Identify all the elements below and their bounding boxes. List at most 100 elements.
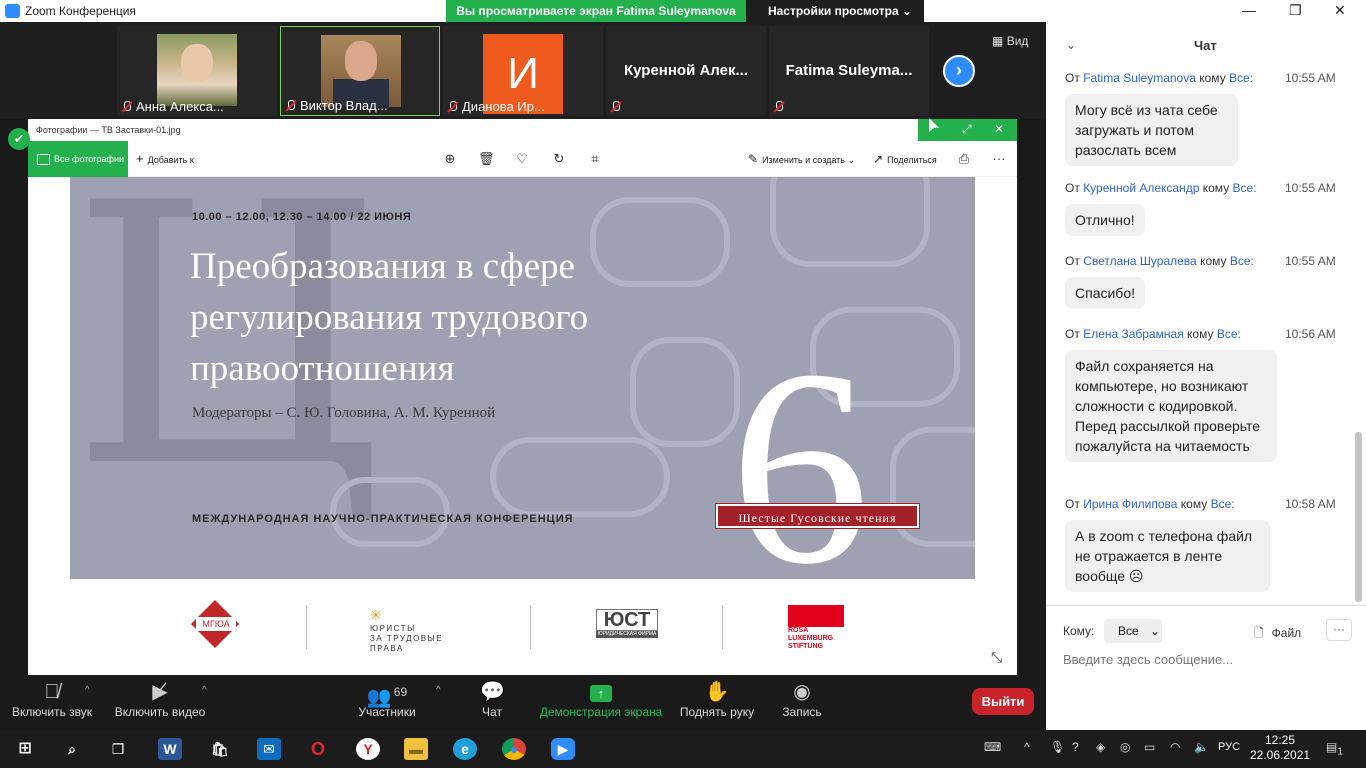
folder-icon[interactable]: ▬	[404, 738, 428, 760]
rotate-icon[interactable]: ↻	[551, 151, 567, 167]
chevron-up-icon[interactable]: ^	[1024, 740, 1030, 754]
security-shield-icon[interactable]: ✔	[8, 128, 30, 150]
divider	[722, 605, 723, 649]
wifi-icon[interactable]: ◠	[1170, 740, 1180, 754]
windows-start-icon[interactable]: ⊞	[13, 738, 37, 760]
chat-message-bubble: Отлично!	[1065, 204, 1145, 236]
next-page-button[interactable]: ›	[943, 55, 975, 87]
record-label: Запись	[782, 705, 822, 719]
chat-button[interactable]: 💬 Чат	[480, 675, 505, 730]
leave-button[interactable]: Выйти	[972, 688, 1034, 715]
mic-muted-icon	[447, 101, 458, 112]
search-icon[interactable]: ⌕	[60, 738, 84, 760]
view-options-button[interactable]: Настройки просмотра ⌄	[756, 0, 924, 22]
slide-conference: МЕЖДУНАРОДНАЯ НАУЧНО-ПРАКТИЧЕСКАЯ КОНФЕР…	[192, 513, 574, 525]
keyboard-icon[interactable]: ⌨	[984, 740, 1001, 754]
yandex-icon[interactable]: Y	[356, 738, 380, 760]
start-video-button[interactable]: ▶̸ Включить видео	[114, 675, 206, 730]
word-icon[interactable]: W	[158, 738, 182, 760]
volume-icon[interactable]: 🔈	[1194, 740, 1209, 754]
add-to-button[interactable]: + Добавить к	[136, 141, 194, 178]
chat-message-bubble: Спасибо!	[1065, 277, 1145, 309]
share-screen-icon: ↑	[539, 675, 663, 705]
record-button[interactable]: ◉ Запись	[781, 675, 823, 730]
share-banner: Вы просматриваете экран Fatima Suleymano…	[446, 0, 924, 22]
participant-mic	[773, 99, 788, 114]
video-off-icon: ▶̸	[152, 681, 168, 703]
unmute-button[interactable]: 🎙̸ Включить звук	[10, 675, 94, 730]
more-icon[interactable]: ···	[991, 151, 1007, 167]
store-icon[interactable]: 🛍	[208, 738, 232, 760]
all-photos-button[interactable]: Все фотографии	[28, 141, 128, 177]
divider	[530, 605, 531, 649]
shield-tray-icon[interactable]: ◈	[1096, 740, 1105, 754]
participant-tile[interactable]: Куренной Алек...	[606, 26, 766, 116]
participants-button[interactable]: 👥 69 Участники	[358, 675, 416, 730]
scrollbar-thumb[interactable]	[1355, 432, 1362, 602]
mail-icon[interactable]: ✉	[257, 738, 281, 760]
photos-toolbar: Все фотографии + Добавить к ⊕ 🗑 ♡ ↻ ⌗ ✎ Из…	[28, 141, 1017, 177]
zoom-in-icon[interactable]: ⊕	[442, 151, 458, 167]
mgua-logo: МГЮА	[190, 599, 240, 649]
file-button[interactable]: 🗋 Файл	[1254, 624, 1301, 645]
chevron-up-icon[interactable]: ^	[436, 685, 441, 696]
chevron-up-icon[interactable]: ^	[85, 685, 90, 696]
to-label: Кому:	[1063, 624, 1095, 638]
restore-icon[interactable]: ❐	[1289, 2, 1302, 19]
participant-tile[interactable]: Анна Алекса...	[117, 26, 277, 116]
chat-message-input[interactable]: Введите здесь сообщение...	[1063, 652, 1233, 667]
participant-tile[interactable]: И Дианова Ир...	[443, 26, 603, 116]
logo-text: ЮСТ	[596, 609, 658, 631]
help-icon[interactable]: ?	[1072, 740, 1079, 754]
jurists-logo: ✳ ЮРИСТЫ ЗА ТРУДОВЫЕ ПРАВА	[370, 607, 470, 654]
chat-message-meta: От Ирина Филипова кому Все: 10:58 AM	[1065, 497, 1336, 511]
share-screen-button[interactable]: ↑ Демонстрация экрана	[539, 675, 663, 730]
language-indicator[interactable]: РУС	[1218, 741, 1240, 753]
mic-icon[interactable]: 🎙	[1050, 740, 1065, 754]
notification-count: 1	[1337, 746, 1343, 758]
edit-create-button[interactable]: ✎ Изменить и создать ⌄	[748, 141, 855, 178]
logo-text: LUXEMBURG	[788, 635, 834, 642]
clock[interactable]: 12:25 22.06.2021	[1250, 733, 1310, 763]
more-options-button[interactable]: ···	[1326, 619, 1352, 641]
hand-icon: ✋	[704, 681, 730, 703]
recipient-select[interactable]: Все ⌄	[1104, 619, 1162, 643]
pattern-shape	[890, 427, 975, 547]
participant-tile[interactable]: Fatima Suleyma...	[769, 26, 929, 116]
logo-dots: ✳	[370, 607, 382, 623]
zoom-icon[interactable]: ▶	[551, 738, 575, 760]
opera-icon[interactable]: O	[306, 738, 330, 760]
close-icon[interactable]: ✕	[1334, 2, 1346, 19]
heart-icon[interactable]: ♡	[514, 151, 530, 167]
participant-tile-active[interactable]: Виктор Влад...	[280, 26, 440, 116]
pattern-shape	[490, 437, 670, 517]
chat-scrollbar[interactable]	[1355, 70, 1362, 605]
raise-hand-button[interactable]: ✋ Поднять руку	[679, 675, 755, 730]
minimize-icon[interactable]: —	[1242, 2, 1256, 18]
edge-icon[interactable]: e	[453, 738, 477, 760]
task-view-icon[interactable]: ❐	[106, 738, 130, 760]
print-icon[interactable]: ⎙	[956, 151, 972, 167]
slide-image: Ц 10.00 – 12.00, 12.30 – 14.00 / 22 ИЮНЯ…	[70, 177, 975, 579]
close-icon[interactable]: ✕	[994, 122, 1004, 136]
chevron-up-icon[interactable]: ^	[202, 685, 207, 696]
share-photo-button[interactable]: ↗ Поделиться	[873, 141, 937, 178]
view-button[interactable]: ▦ Вид	[992, 34, 1028, 48]
chevron-down-icon[interactable]: ⌄	[1066, 38, 1076, 52]
participant-photo	[321, 35, 401, 107]
logo-text: ЗА ТРУДОВЫЕ	[370, 634, 444, 643]
chevron-down-icon: ⌄	[1150, 624, 1161, 638]
clock-time: 12:25	[1264, 733, 1296, 747]
app-tray-icon[interactable]: ◎	[1120, 740, 1130, 754]
exit-fullscreen-icon[interactable]: ⤡	[991, 649, 1002, 666]
delete-icon[interactable]: 🗑	[478, 151, 495, 167]
notification-center-icon[interactable]: ▤1	[1326, 740, 1343, 757]
battery-icon[interactable]: ▭	[1144, 740, 1155, 754]
expand-icon[interactable]: ⤢	[962, 122, 972, 137]
chrome-icon[interactable]: ●	[502, 738, 526, 760]
slide-title: Преобразования в сфере регулирования тру…	[190, 246, 589, 389]
crop-icon[interactable]: ⌗	[587, 151, 603, 167]
add-to-label: Добавить к	[147, 155, 194, 165]
participants-icon-wrap: 👥 69	[358, 675, 416, 709]
ust-logo: ЮСТ ЮРИДИЧЕСКАЯ ФИРМА	[596, 609, 658, 643]
